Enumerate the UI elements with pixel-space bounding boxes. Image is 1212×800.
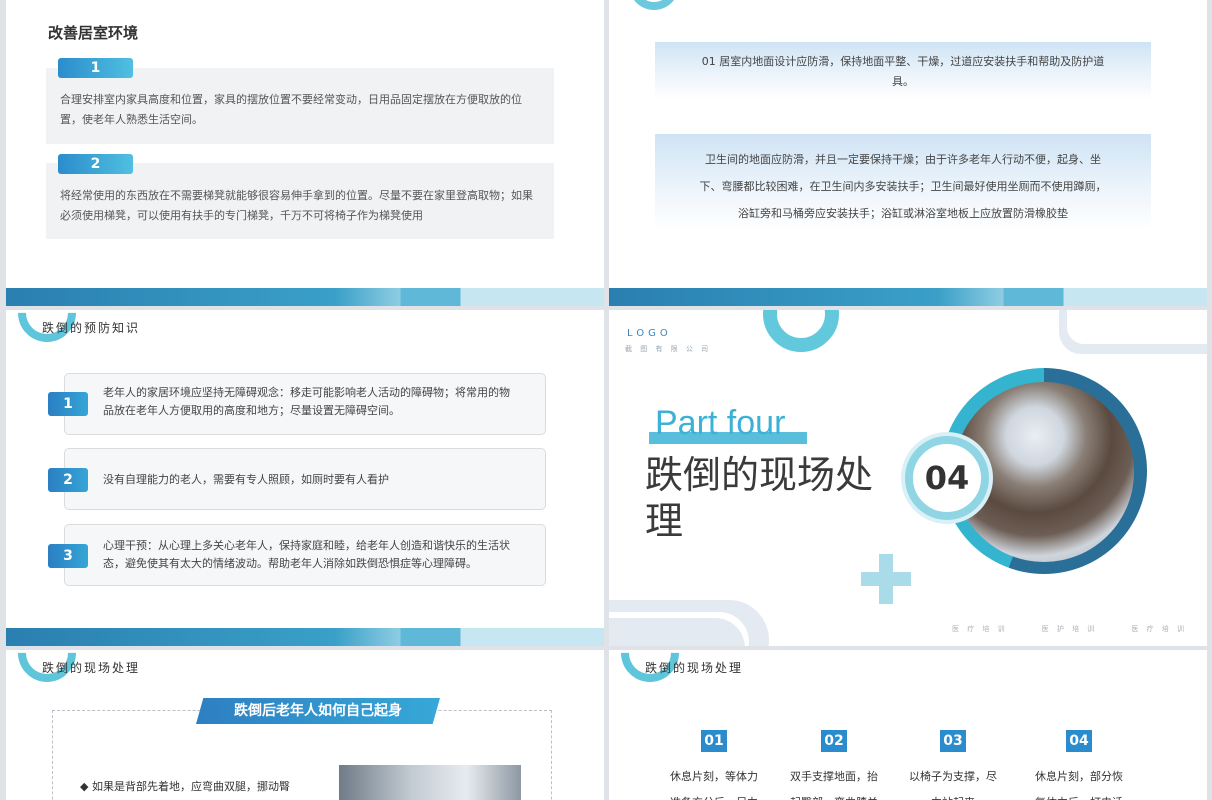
- number-badge-2: 2: [48, 468, 88, 492]
- logo-subtitle: 截 图 有 限 公 司: [625, 345, 712, 353]
- step-2: 02 双手支撑地面，抬起臀部，弯曲膝关: [784, 730, 884, 800]
- step-line: 双手支撑地面，抬: [790, 770, 878, 783]
- section-title: 跌倒的预防知识: [42, 321, 141, 335]
- footer-stripe: [6, 628, 604, 646]
- part-label: Part four: [655, 404, 786, 442]
- decor-ring-icon: [763, 310, 839, 352]
- list-item-3: 心理干预：从心理上多关心老年人，保持家庭和睦，给老年人创造和谐快乐的生活状态，避…: [64, 524, 546, 586]
- decor-shape: [1067, 310, 1207, 344]
- footer-tags: 医 疗 培 训 医 护 培 训 医 疗 培 训: [952, 624, 1187, 634]
- step-line: 休息片刻，等体力: [670, 770, 758, 783]
- step-3: 03 以椅子为支撑，尽力站起来: [903, 730, 1003, 800]
- slide-grid: 改善居室环境 1 合理安排室内家具高度和位置，家具的摆放位置不要经常变动，日用品…: [0, 0, 1212, 800]
- list-item-2: 没有自理能力的老人，需要有专人照顾，如厕时要有人看护: [64, 448, 546, 510]
- plus-icon-bar: [861, 572, 911, 586]
- footer-tag: 医 疗 培 训: [951, 625, 1008, 633]
- list-item-text: 心理干预：从心理上多关心老年人，保持家庭和睦，给老年人创造和谐快乐的生活状态，避…: [103, 539, 510, 570]
- slide-title: 改善居室环境: [48, 24, 139, 42]
- step-line: 休息片刻，部分恢: [1035, 770, 1123, 783]
- doctor-photo: [339, 765, 521, 800]
- slide-prevention[interactable]: 跌倒的预防知识 老年人的家居环境应坚持无障碍观念：移走可能影响老人活动的障碍物；…: [6, 310, 604, 646]
- slide-floor-safety[interactable]: 01 居室内地面设计应防滑，保持地面平整、干燥，过道应安装扶手和帮助及防护道具。…: [609, 0, 1207, 306]
- step-text: 以椅子为支撑，尽力站起来: [903, 764, 1003, 800]
- cover-heading: 跌倒的现场处理: [645, 453, 874, 543]
- slide-part-four-cover[interactable]: LOGO 截 图 有 限 公 司 Part four 跌倒的现场处理 04 医 …: [609, 310, 1207, 646]
- step-4: 04 休息片刻，部分恢复体力后，打电话: [1029, 730, 1129, 800]
- bullet-text: ◆ 如果是背部先着地，应弯曲双腿，挪动臀: [80, 780, 290, 793]
- section-title: 跌倒的现场处理: [42, 661, 141, 675]
- step-text: 休息片刻，等体力准备充分后，尽力: [664, 764, 764, 800]
- content-text-1: 合理安排室内家具高度和位置，家具的摆放位置不要经常变动，日用品固定摆放在方便取放…: [60, 93, 522, 126]
- number-badge-2: 2: [58, 154, 133, 174]
- step-1: 01 休息片刻，等体力准备充分后，尽力: [664, 730, 764, 800]
- number-badge-3: 3: [48, 544, 88, 568]
- number-badge-1: 1: [58, 58, 133, 78]
- footer-stripe: [609, 288, 1207, 306]
- section-number: 04: [905, 436, 989, 520]
- step-line: 复体力后，打电话: [1029, 790, 1129, 800]
- slide-self-recovery[interactable]: 跌倒的现场处理 跌倒后老年人如何自己起身 ◆ 如果是背部先着地，应弯曲双腿，挪动…: [6, 650, 604, 800]
- list-item-1: 老年人的家居环境应坚持无障碍观念：移走可能影响老人活动的障碍物；将常用的物品放在…: [64, 373, 546, 435]
- slide-onsite-steps[interactable]: 跌倒的现场处理 01 休息片刻，等体力准备充分后，尽力 02 双手支撑地面，抬起…: [609, 650, 1207, 800]
- step-number: 01: [701, 730, 727, 752]
- info-text-2: 卫生间的地面应防滑，并且一定要保持干燥；由于许多老年人行动不便，起身、坐下、弯腰…: [699, 153, 1107, 220]
- step-line: 准备充分后，尽力: [664, 790, 764, 800]
- step-line: 以椅子为支撑，尽: [909, 770, 997, 783]
- step-line: 起臀部，弯曲膝关: [784, 790, 884, 800]
- info-box-1: 01 居室内地面设计应防滑，保持地面平整、干燥，过道应安装扶手和帮助及防护道具。: [655, 42, 1151, 100]
- list-item-text: 老年人的家居环境应坚持无障碍观念：移走可能影响老人活动的障碍物；将常用的物品放在…: [103, 386, 510, 417]
- list-item-text: 没有自理能力的老人，需要有专人照顾，如厕时要有人看护: [103, 473, 389, 486]
- step-line: 力站起来: [903, 790, 1003, 800]
- info-text-1: 01 居室内地面设计应防滑，保持地面平整、干燥，过道应安装扶手和帮助及防护道具。: [701, 55, 1105, 88]
- step-number: 03: [940, 730, 966, 752]
- info-box-2: 卫生间的地面应防滑，并且一定要保持干燥；由于许多老年人行动不便，起身、坐下、弯腰…: [655, 134, 1151, 230]
- footer-tag: 医 疗 培 训: [1131, 625, 1187, 633]
- footer-stripe: [6, 288, 604, 306]
- content-text-2: 将经常使用的东西放在不需要梯凳就能够很容易伸手拿到的位置。尽量不要在家里登高取物…: [60, 189, 533, 222]
- footer-tag: 医 护 培 训: [1041, 625, 1098, 633]
- slide-improve-environment[interactable]: 改善居室环境 1 合理安排室内家具高度和位置，家具的摆放位置不要经常变动，日用品…: [6, 0, 604, 306]
- step-text: 双手支撑地面，抬起臀部，弯曲膝关: [784, 764, 884, 800]
- step-text: 休息片刻，部分恢复体力后，打电话: [1029, 764, 1129, 800]
- step-number: 02: [821, 730, 847, 752]
- section-title: 跌倒的现场处理: [645, 661, 744, 675]
- decor-arc-icon: [629, 0, 679, 10]
- step-number: 04: [1066, 730, 1092, 752]
- logo: LOGO: [627, 328, 672, 339]
- number-badge-1: 1: [48, 392, 88, 416]
- banner-title: 跌倒后老年人如何自己起身: [196, 698, 440, 724]
- decor-shape: [609, 618, 745, 646]
